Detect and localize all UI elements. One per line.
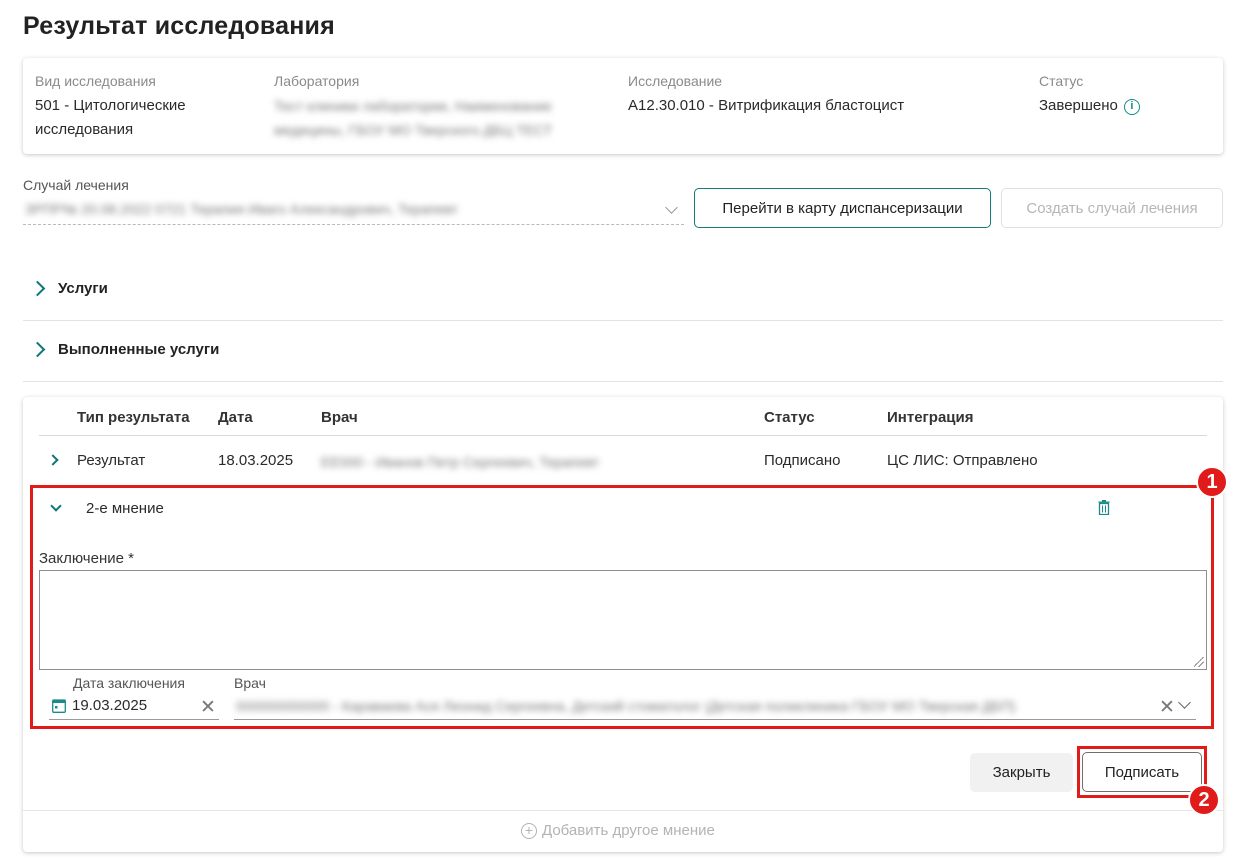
row-date: 18.03.2025: [218, 452, 294, 469]
case-select[interactable]: ЗРПР№ 20.08.2022 0721 Терапия Иваго Алек…: [23, 195, 684, 225]
section-done-services-title: Выполненные услуги: [58, 341, 220, 358]
lab-value-blurred: Тест клиники лаборатории, Наименование м…: [274, 94, 604, 142]
goto-dispensary-card-button[interactable]: Перейти в карту диспансеризации: [694, 188, 991, 228]
sign-button[interactable]: Подписать: [1082, 752, 1202, 792]
row-status: Подписано: [764, 452, 841, 469]
chevron-right-icon: [29, 280, 46, 297]
research-label: Исследование: [628, 73, 723, 89]
section-services[interactable]: Услуги: [23, 260, 1223, 321]
research-info-card: Вид исследования 501 - Цитологические ис…: [23, 58, 1223, 154]
status-value-wrap: Завершено i: [1039, 94, 1140, 118]
status-value: Завершено: [1039, 97, 1118, 114]
case-value-blurred: ЗРПР№ 20.08.2022 0721 Терапия Иваго Алек…: [25, 201, 458, 217]
col-header-date: Дата: [218, 409, 253, 426]
step-badge-2: 2: [1188, 784, 1220, 816]
close-button[interactable]: Закрыть: [970, 753, 1073, 792]
type-value-line1: 501 - Цитологические: [35, 97, 186, 114]
row-type: Результат: [77, 452, 146, 469]
type-value-line2: исследования: [35, 121, 134, 138]
page-title: Результат исследования: [23, 12, 335, 40]
plus-circle-icon: +: [521, 822, 537, 839]
info-icon[interactable]: i: [1123, 99, 1140, 115]
create-case-button[interactable]: Создать случай лечения: [1001, 188, 1223, 228]
chevron-right-icon[interactable]: [47, 454, 59, 466]
research-value: A12.30.010 - Витрификация бластоцист: [628, 97, 905, 114]
lab-blur-line2: медицины, ГБОУ МО Тверского ДБЦ ТЕСТ: [274, 122, 553, 138]
add-opinion-label: Добавить другое мнение: [542, 822, 715, 839]
section-services-title: Услуги: [58, 280, 108, 297]
type-value: 501 - Цитологические исследования: [35, 94, 186, 142]
chevron-down-icon[interactable]: [665, 201, 678, 214]
col-header-status: Статус: [764, 409, 815, 426]
col-header-type: Тип результата: [77, 409, 190, 426]
header-divider: [39, 435, 1207, 436]
col-header-integration: Интеграция: [887, 409, 974, 426]
case-label: Случай лечения: [23, 177, 129, 193]
footer-divider: [23, 810, 1223, 811]
lab-label: Лаборатория: [274, 73, 360, 89]
row-integration: ЦС ЛИС: Отправлено: [887, 452, 1038, 469]
lab-blur-line1: Тест клиники лаборатории, Наименование: [274, 98, 552, 114]
col-header-doctor: Врач: [321, 409, 358, 426]
status-label: Статус: [1039, 73, 1084, 89]
highlight-frame-opinion: [30, 485, 1214, 729]
section-done-services[interactable]: Выполненные услуги: [23, 321, 1223, 382]
chevron-right-icon: [29, 341, 46, 358]
step-badge-1: 1: [1196, 466, 1228, 498]
type-label: Вид исследования: [35, 73, 156, 89]
row-doctor-blurred: ЕЕ000 - Иванов Петр Сергеевич, Терапевт: [321, 454, 600, 470]
add-opinion-link[interactable]: + Добавить другое мнение: [521, 822, 715, 839]
table-row[interactable]: Результат 18.03.2025 ЕЕ000 - Иванов Петр…: [39, 441, 1207, 481]
